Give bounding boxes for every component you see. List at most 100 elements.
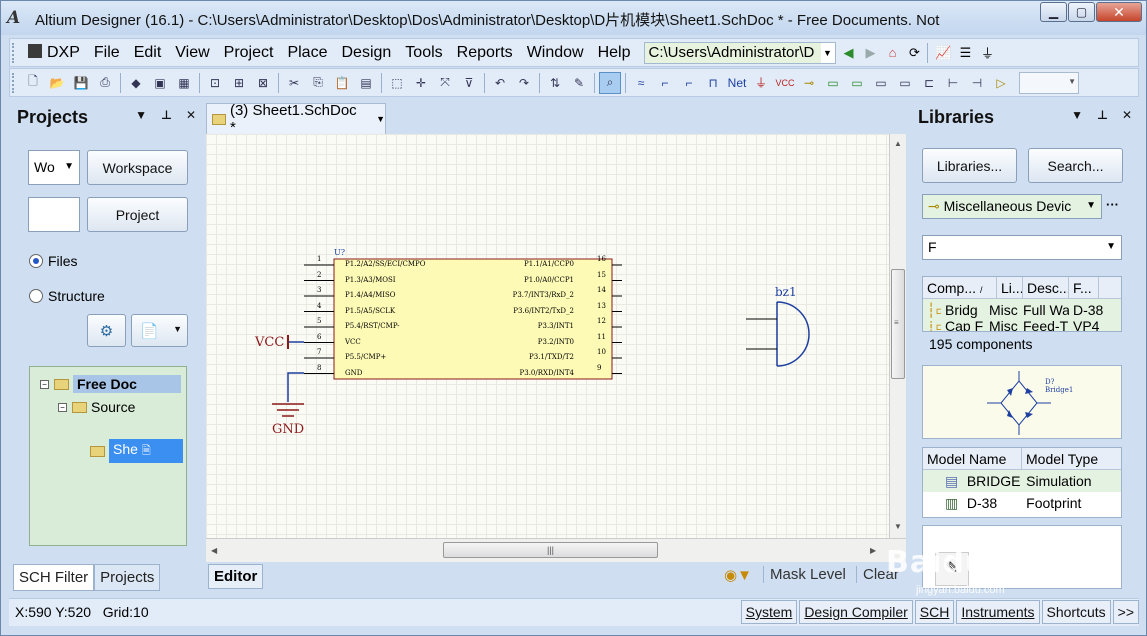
- scroll-up-icon[interactable]: ▲: [894, 139, 902, 148]
- redo-icon[interactable]: ↷: [513, 72, 535, 94]
- menu-window[interactable]: Window: [520, 44, 591, 62]
- library-options-button[interactable]: ···: [1106, 197, 1119, 212]
- menu-tools[interactable]: Tools: [398, 44, 449, 62]
- place-harness-icon[interactable]: ⊓: [702, 72, 724, 94]
- align-icon[interactable]: ☰: [957, 44, 975, 62]
- device-sheet-icon[interactable]: ▭: [870, 72, 892, 94]
- collapse-icon[interactable]: −: [40, 379, 49, 389]
- toolbar-grip[interactable]: [12, 42, 17, 63]
- column-model-type[interactable]: Model Type: [1022, 448, 1121, 470]
- print-icon[interactable]: ⎙: [94, 72, 116, 94]
- menu-reports[interactable]: Reports: [450, 44, 520, 62]
- project-options-button[interactable]: ⚙: [87, 314, 126, 347]
- tree-item-source[interactable]: − Source: [58, 399, 135, 415]
- no-erc-icon[interactable]: ⊏: [918, 72, 940, 94]
- cut-icon[interactable]: ✂: [283, 72, 305, 94]
- sch-button[interactable]: SCH: [914, 600, 955, 624]
- vcc-port-icon[interactable]: VCC: [774, 72, 796, 94]
- design-compiler-button[interactable]: Design Compiler: [799, 600, 913, 624]
- signal-harness-icon[interactable]: ⊣: [966, 72, 988, 94]
- component-icon[interactable]: ◆: [125, 72, 147, 94]
- tab-sheet1[interactable]: (3) Sheet1.SchDoc * ▼: [206, 102, 386, 136]
- ground-tool-icon[interactable]: ⏚: [979, 44, 997, 62]
- toolbar-grip[interactable]: [12, 72, 17, 93]
- document-path-combo[interactable]: C:\Users\Administrator\D ▼: [643, 41, 836, 64]
- project-button[interactable]: Project: [87, 197, 188, 232]
- maximize-button[interactable]: ▢: [1068, 2, 1095, 22]
- library-select[interactable]: ⊸ Miscellaneous Devic ▼: [922, 194, 1102, 219]
- place-bus-icon[interactable]: ⌐: [654, 72, 676, 94]
- cross-select-icon[interactable]: ⤧: [434, 72, 456, 94]
- sheet-entry-icon[interactable]: ▭: [846, 72, 868, 94]
- layer-icon[interactable]: ▦: [173, 72, 195, 94]
- filter-mask-icon[interactable]: ◉▼: [718, 566, 758, 584]
- shortcuts-button[interactable]: Shortcuts: [1041, 600, 1111, 624]
- paste-icon[interactable]: 📋: [331, 72, 353, 94]
- vertical-scroll-thumb[interactable]: ≡: [891, 269, 905, 379]
- toolbar-combo[interactable]: [1019, 71, 1079, 94]
- workspace-combo[interactable]: Wo ▼: [28, 150, 80, 185]
- column-description[interactable]: Desc...: [1023, 277, 1069, 299]
- scroll-down-icon[interactable]: ▼: [894, 522, 902, 531]
- tree-item-free-documents[interactable]: − Free Doc: [40, 375, 181, 393]
- model-row[interactable]: ▤ BRIDGE Simulation: [923, 470, 1121, 492]
- sheet-symbol-icon[interactable]: ▭: [822, 72, 844, 94]
- scroll-right-icon[interactable]: ▶: [870, 546, 876, 555]
- minimize-button[interactable]: ▁: [1040, 2, 1067, 22]
- tab-projects[interactable]: Projects: [94, 564, 161, 591]
- save-icon[interactable]: 💾: [70, 72, 92, 94]
- place-wire-icon[interactable]: ≈: [630, 72, 652, 94]
- menu-design[interactable]: Design: [334, 44, 398, 62]
- component-filter-input[interactable]: F ▼: [922, 235, 1122, 260]
- filter-icon[interactable]: ⊽: [458, 72, 480, 94]
- tree-item-sheet[interactable]: She 🗎: [90, 439, 183, 463]
- search-button[interactable]: Search...: [1028, 148, 1123, 183]
- table-row[interactable]: ┆▭ Cap F Misc Feed-Th VP4: [923, 321, 1121, 331]
- panel-menu-icon[interactable]: ▼: [135, 108, 147, 122]
- project-combo[interactable]: [28, 197, 80, 232]
- probe-icon[interactable]: ✎: [568, 72, 590, 94]
- instruments-button[interactable]: Instruments: [956, 600, 1040, 624]
- close-button[interactable]: ✕: [1096, 2, 1142, 22]
- new-icon[interactable]: 🗋: [22, 72, 44, 94]
- model-row[interactable]: ▥ D-38 Footprint: [923, 492, 1121, 514]
- workspace-button[interactable]: Workspace: [87, 150, 188, 185]
- rubber-stamp-icon[interactable]: ▤: [355, 72, 377, 94]
- system-button[interactable]: System: [740, 600, 798, 624]
- tab-editor[interactable]: Editor: [208, 564, 264, 589]
- refresh-icon[interactable]: ⟳: [906, 44, 924, 62]
- project-action-button[interactable]: 📄 ▼: [131, 314, 188, 347]
- home-icon[interactable]: ⌂: [884, 44, 902, 62]
- menu-edit[interactable]: Edit: [127, 44, 169, 62]
- port-icon[interactable]: ▭: [894, 72, 916, 94]
- horizontal-scrollbar[interactable]: ◀ ||| ▶: [206, 538, 906, 562]
- tab-sch-filter[interactable]: SCH Filter: [13, 564, 95, 591]
- scroll-left-icon[interactable]: ◀: [211, 546, 217, 555]
- forward-icon[interactable]: ▶: [862, 44, 880, 62]
- pin-icon[interactable]: ⊥: [1097, 108, 1108, 122]
- open-icon[interactable]: 📂: [46, 72, 68, 94]
- place-part-icon[interactable]: ⊸: [798, 72, 820, 94]
- libraries-button[interactable]: Libraries...: [922, 148, 1017, 183]
- panel-close-icon[interactable]: ✕: [1122, 108, 1132, 122]
- hierarchy-icon[interactable]: ⇅: [544, 72, 566, 94]
- net-label-icon[interactable]: Net: [726, 72, 748, 94]
- buzzer-symbol[interactable]: [776, 301, 810, 367]
- pin-icon[interactable]: ⊥: [161, 108, 172, 122]
- menu-project[interactable]: Project: [217, 44, 281, 62]
- files-radio[interactable]: Files: [29, 253, 78, 269]
- panel-menu-icon[interactable]: ▼: [1071, 108, 1083, 122]
- mask-level-button[interactable]: Mask Level: [763, 566, 852, 583]
- back-icon[interactable]: ◀: [840, 44, 858, 62]
- zoom-selected-icon[interactable]: ⊠: [252, 72, 274, 94]
- zoom-area-icon[interactable]: ⊞: [228, 72, 250, 94]
- gnd-port-icon[interactable]: ⏚: [750, 72, 772, 94]
- schematic-canvas[interactable]: U? 1 P1.2/A2/SS/ECI/CMPO 2 P1.3/A3/MOSI 3 P1.…: [206, 134, 889, 538]
- more-button[interactable]: >>: [1112, 600, 1139, 624]
- board-icon[interactable]: ▣: [149, 72, 171, 94]
- compile-mask-icon[interactable]: ▷: [990, 72, 1012, 94]
- collapse-icon[interactable]: −: [58, 402, 67, 412]
- menu-file[interactable]: File: [87, 44, 127, 62]
- menu-help[interactable]: Help: [591, 44, 638, 62]
- column-model-name[interactable]: Model Name: [923, 448, 1022, 470]
